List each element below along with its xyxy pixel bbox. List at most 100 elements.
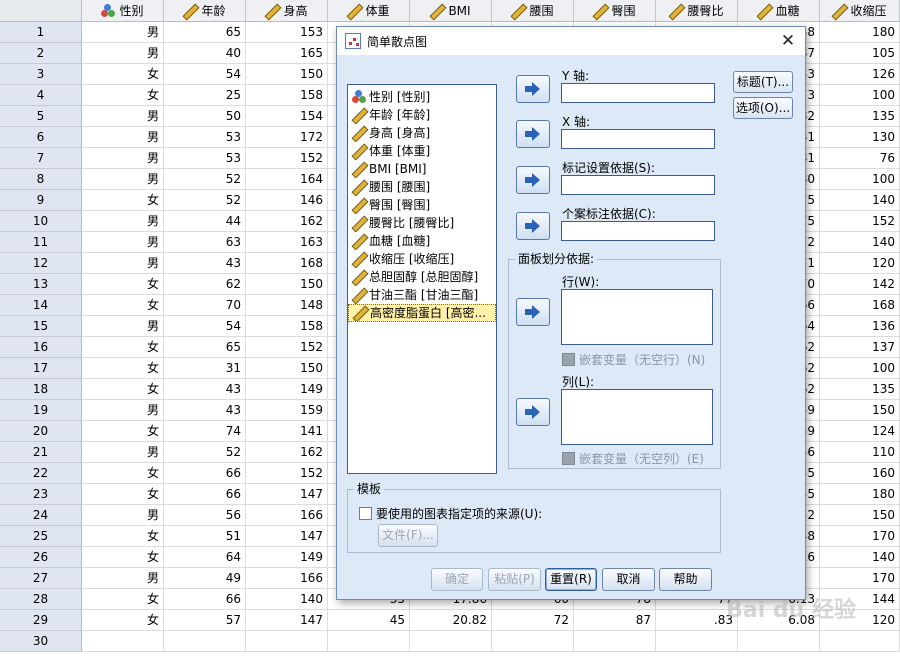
move-to-panel-columns-button[interactable]	[516, 398, 550, 426]
grid-cell[interactable]: 女	[82, 421, 164, 442]
row-header[interactable]: 7	[0, 148, 82, 169]
variable-list-item[interactable]: 性别 [性别]	[348, 88, 496, 106]
grid-cell[interactable]: 43	[164, 379, 246, 400]
row-header[interactable]: 27	[0, 568, 82, 589]
row-header[interactable]: 24	[0, 505, 82, 526]
grid-cell[interactable]: 124	[820, 421, 900, 442]
grid-cell[interactable]: 136	[820, 316, 900, 337]
grid-cell[interactable]: 65	[164, 337, 246, 358]
grid-cell[interactable]	[82, 631, 164, 652]
case-label-field[interactable]	[561, 221, 715, 241]
grid-cell[interactable]: 54	[164, 316, 246, 337]
grid-cell[interactable]: 168	[246, 253, 328, 274]
grid-cell[interactable]: 53	[164, 127, 246, 148]
row-header[interactable]: 22	[0, 463, 82, 484]
grid-cell[interactable]: 180	[820, 22, 900, 43]
grid-cell[interactable]: 87	[574, 610, 656, 631]
grid-cell[interactable]: 146	[246, 190, 328, 211]
grid-corner[interactable]	[0, 0, 82, 22]
grid-cell[interactable]: 142	[820, 274, 900, 295]
panel-columns-field[interactable]	[561, 389, 713, 445]
grid-cell[interactable]: 男	[82, 568, 164, 589]
variable-list-item[interactable]: 身高 [身高]	[348, 124, 496, 142]
grid-cell[interactable]: 70	[164, 295, 246, 316]
grid-cell[interactable]: 172	[246, 127, 328, 148]
variable-list-item[interactable]: 甘油三酯 [甘油三酯]	[348, 286, 496, 304]
move-to-case-label-button[interactable]	[516, 212, 550, 240]
row-header[interactable]: 3	[0, 64, 82, 85]
file-button[interactable]: 文件(F)...	[378, 524, 438, 547]
reset-button[interactable]: 重置(R)	[545, 568, 597, 591]
grid-cell[interactable]: 男	[82, 211, 164, 232]
grid-cell[interactable]	[410, 631, 492, 652]
grid-cell[interactable]: 162	[246, 211, 328, 232]
grid-cell[interactable]: 43	[164, 400, 246, 421]
grid-cell[interactable]: 女	[82, 85, 164, 106]
grid-cell[interactable]: 64	[164, 547, 246, 568]
grid-cell[interactable]: 男	[82, 505, 164, 526]
grid-cell[interactable]: 66	[164, 463, 246, 484]
column-header[interactable]: 体重	[328, 0, 410, 22]
column-header[interactable]: 腰围	[492, 0, 574, 22]
cancel-button[interactable]: 取消	[602, 568, 655, 591]
row-header[interactable]: 10	[0, 211, 82, 232]
grid-cell[interactable]: 53	[164, 148, 246, 169]
grid-cell[interactable]: 170	[820, 568, 900, 589]
grid-cell[interactable]: 女	[82, 484, 164, 505]
move-to-panel-rows-button[interactable]	[516, 298, 550, 326]
variable-list-item[interactable]: 收缩压 [收缩压]	[348, 250, 496, 268]
grid-cell[interactable]: 女	[82, 610, 164, 631]
move-to-y-axis-button[interactable]	[516, 75, 550, 103]
template-source-checkbox[interactable]: 要使用的图表指定项的来源(U):	[359, 505, 542, 522]
y-axis-field[interactable]	[561, 83, 715, 103]
grid-cell[interactable]: 162	[246, 442, 328, 463]
column-header[interactable]: BMI	[410, 0, 492, 22]
grid-cell[interactable]: 52	[164, 169, 246, 190]
grid-cell[interactable]: 140	[246, 589, 328, 610]
grid-cell[interactable]: 女	[82, 526, 164, 547]
grid-cell[interactable]: 40	[164, 43, 246, 64]
grid-cell[interactable]: 120	[820, 253, 900, 274]
move-to-markers-button[interactable]	[516, 166, 550, 194]
variable-list-item[interactable]: BMI [BMI]	[348, 160, 496, 178]
column-header[interactable]: 性别	[82, 0, 164, 22]
grid-cell[interactable]: 72	[492, 610, 574, 631]
grid-cell[interactable]: 51	[164, 526, 246, 547]
row-header[interactable]: 21	[0, 442, 82, 463]
variable-list-item[interactable]: 臀围 [臀围]	[348, 196, 496, 214]
variable-list-item[interactable]: 腰围 [腰围]	[348, 178, 496, 196]
nest-rows-checkbox[interactable]: 嵌套变量（无空行）(N)	[562, 351, 705, 368]
grid-cell[interactable]: 49	[164, 568, 246, 589]
grid-cell[interactable]: 女	[82, 547, 164, 568]
grid-cell[interactable]: 男	[82, 400, 164, 421]
variable-list-item[interactable]: 体重 [体重]	[348, 142, 496, 160]
panel-rows-field[interactable]	[561, 289, 713, 345]
grid-cell[interactable]: 45	[328, 610, 410, 631]
grid-cell[interactable]: 149	[246, 547, 328, 568]
grid-cell[interactable]: 25	[164, 85, 246, 106]
grid-cell[interactable]: 137	[820, 337, 900, 358]
grid-cell[interactable]: 女	[82, 295, 164, 316]
grid-cell[interactable]: 166	[246, 568, 328, 589]
grid-cell[interactable]: 男	[82, 148, 164, 169]
grid-cell[interactable]: 140	[820, 190, 900, 211]
grid-cell[interactable]: 100	[820, 85, 900, 106]
titles-button[interactable]: 标题(T)...	[733, 71, 793, 93]
grid-cell[interactable]	[328, 631, 410, 652]
grid-cell[interactable]: 159	[246, 400, 328, 421]
column-header[interactable]: 年龄	[164, 0, 246, 22]
grid-cell[interactable]	[574, 631, 656, 652]
grid-cell[interactable]: 164	[246, 169, 328, 190]
grid-cell[interactable]: 152	[246, 463, 328, 484]
grid-cell[interactable]: 152	[246, 337, 328, 358]
grid-cell[interactable]: 100	[820, 169, 900, 190]
grid-cell[interactable]: 女	[82, 463, 164, 484]
grid-cell[interactable]: 76	[820, 148, 900, 169]
row-header[interactable]: 20	[0, 421, 82, 442]
grid-cell[interactable]	[738, 631, 820, 652]
grid-cell[interactable]: 126	[820, 64, 900, 85]
grid-cell[interactable]: 152	[820, 211, 900, 232]
grid-cell[interactable]: 105	[820, 43, 900, 64]
row-header[interactable]: 29	[0, 610, 82, 631]
column-header[interactable]: 血糖	[738, 0, 820, 22]
